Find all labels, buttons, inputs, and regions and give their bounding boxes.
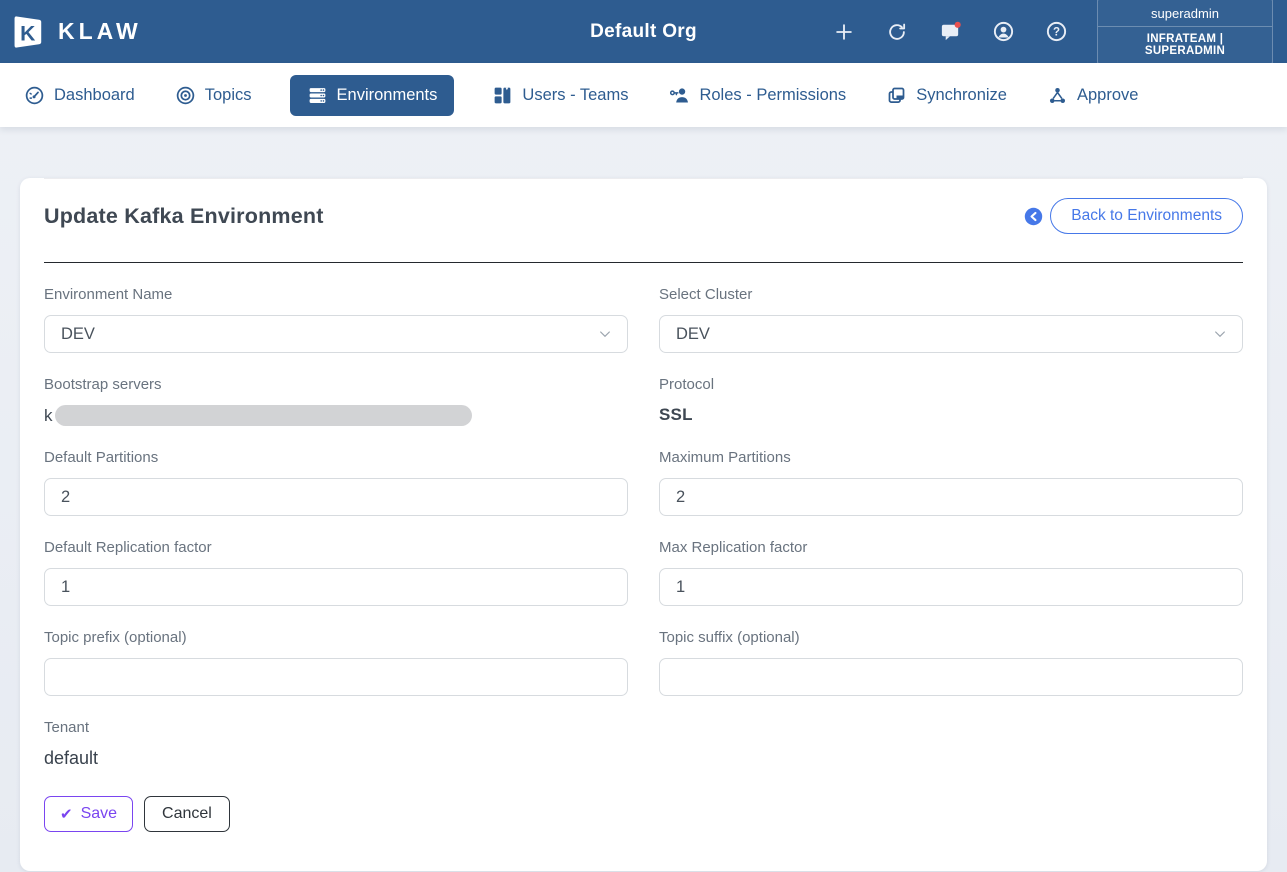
card-top-divider [44, 178, 1243, 179]
maximum-partitions-input[interactable] [659, 478, 1243, 516]
protocol-label: Protocol [659, 376, 1243, 393]
refresh-icon[interactable] [884, 19, 910, 45]
nav-label: Synchronize [916, 86, 1007, 105]
username: superadmin [1098, 0, 1272, 27]
brand[interactable]: K KLAW [10, 12, 142, 52]
nav-label: Environments [337, 86, 438, 105]
field-protocol: Protocol SSL [659, 376, 1243, 426]
select-cluster-select[interactable]: DEV [659, 315, 1243, 353]
target-icon [175, 85, 196, 106]
environment-name-select[interactable]: DEV [44, 315, 628, 353]
nav-label: Roles - Permissions [699, 86, 846, 105]
org-title: Default Org [590, 21, 697, 43]
update-environment-card: Update Kafka Environment Back to Environ… [20, 178, 1267, 871]
nav-label: Users - Teams [522, 86, 628, 105]
field-default-replication: Default Replication factor [44, 539, 628, 606]
select-cluster-value: DEV [676, 325, 710, 344]
nav-label: Dashboard [54, 86, 135, 105]
maximum-partitions-label: Maximum Partitions [659, 449, 1243, 466]
page-title: Update Kafka Environment [44, 204, 324, 229]
default-replication-input[interactable] [44, 568, 628, 606]
max-replication-label: Max Replication factor [659, 539, 1243, 556]
nav-item-environments[interactable]: Environments [290, 75, 455, 116]
topic-prefix-label: Topic prefix (optional) [44, 629, 628, 646]
back-to-environments-button[interactable]: Back to Environments [1050, 198, 1243, 234]
server-stack-icon [307, 85, 328, 106]
tenant-value: default [44, 748, 628, 769]
nav-item-dashboard[interactable]: Dashboard [22, 76, 137, 115]
brand-name: KLAW [58, 18, 142, 45]
svg-text:?: ? [1052, 27, 1059, 39]
main-nav: Dashboard Topics Environments [0, 63, 1287, 127]
user-panel[interactable]: superadmin INFRATEAM | SUPERADMIN [1097, 0, 1273, 64]
nav-label: Approve [1077, 86, 1138, 105]
field-default-partitions: Default Partitions [44, 449, 628, 516]
bootstrap-servers-label: Bootstrap servers [44, 376, 628, 393]
select-cluster-label: Select Cluster [659, 286, 1243, 303]
field-tenant: Tenant default [44, 719, 628, 769]
svg-text:K: K [20, 22, 36, 45]
check-icon: ✔ [60, 807, 73, 822]
user-profile-icon[interactable] [990, 19, 1016, 45]
environment-name-value: DEV [61, 325, 95, 344]
field-select-cluster: Select Cluster DEV [659, 286, 1243, 353]
main-content: Update Kafka Environment Back to Environ… [0, 127, 1287, 871]
user-key-icon [668, 85, 690, 106]
nav-item-synchronize[interactable]: Synchronize [884, 76, 1009, 115]
nav-item-roles-permissions[interactable]: Roles - Permissions [666, 76, 848, 115]
topic-suffix-input[interactable] [659, 658, 1243, 696]
topic-prefix-input[interactable] [44, 658, 628, 696]
chevron-down-icon [597, 326, 613, 342]
copy-icon [886, 85, 907, 106]
back-arrow-icon[interactable] [1024, 207, 1043, 226]
header-actions: ? [831, 19, 1069, 45]
save-button[interactable]: ✔ Save [44, 796, 133, 832]
default-partitions-label: Default Partitions [44, 449, 628, 466]
cancel-button[interactable]: Cancel [144, 796, 230, 832]
widgets-icon [492, 85, 513, 106]
field-topic-suffix: Topic suffix (optional) [659, 629, 1243, 696]
protocol-value: SSL [659, 405, 1243, 425]
team-role: INFRATEAM | SUPERADMIN [1098, 27, 1272, 63]
nav-item-users-teams[interactable]: Users - Teams [490, 76, 630, 115]
bootstrap-servers-value: k [44, 405, 628, 426]
klaw-logo-icon: K [10, 12, 48, 52]
field-environment-name: Environment Name DEV [44, 286, 628, 353]
form-actions: ✔ Save Cancel [44, 796, 1243, 832]
environment-form: Environment Name DEV Select Cluster DEV [44, 263, 1243, 769]
gauge-icon [24, 85, 45, 106]
add-icon[interactable] [831, 19, 857, 45]
field-topic-prefix: Topic prefix (optional) [44, 629, 628, 696]
nav-label: Topics [205, 86, 252, 105]
app-header: K KLAW Default Org [0, 0, 1287, 63]
field-bootstrap-servers: Bootstrap servers k [44, 376, 628, 426]
help-icon[interactable]: ? [1043, 19, 1069, 45]
save-button-label: Save [81, 805, 117, 823]
messages-icon[interactable] [937, 19, 963, 45]
chevron-down-icon [1212, 326, 1228, 342]
field-maximum-partitions: Maximum Partitions [659, 449, 1243, 516]
redaction-bar [55, 405, 472, 426]
bootstrap-servers-visible-text: k [44, 406, 53, 426]
nav-item-topics[interactable]: Topics [173, 76, 254, 115]
field-max-replication: Max Replication factor [659, 539, 1243, 606]
nav-item-approve[interactable]: Approve [1045, 76, 1140, 115]
default-replication-label: Default Replication factor [44, 539, 628, 556]
max-replication-input[interactable] [659, 568, 1243, 606]
environment-name-label: Environment Name [44, 286, 628, 303]
network-icon [1047, 85, 1068, 106]
tenant-label: Tenant [44, 719, 628, 736]
topic-suffix-label: Topic suffix (optional) [659, 629, 1243, 646]
notification-dot [954, 22, 960, 28]
default-partitions-input[interactable] [44, 478, 628, 516]
